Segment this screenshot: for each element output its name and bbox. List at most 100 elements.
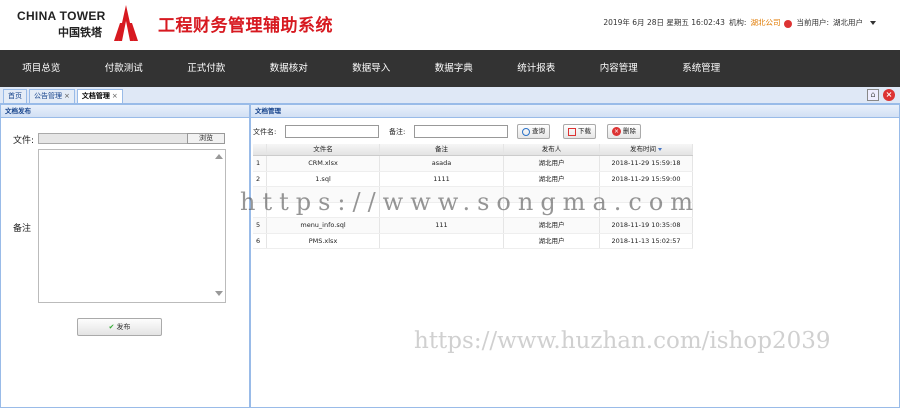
cell-remark [380, 187, 504, 202]
main-nav: 项目总览 付款测试 正式付款 数据核对 数据导入 数据字典 统计报表 内容管理 … [0, 50, 900, 87]
remark-search-input[interactable] [414, 125, 508, 138]
cell-publisher: 湖北用户 [504, 233, 600, 248]
remark-label: 备注 [13, 224, 32, 234]
tab-label: 文档管理 [81, 92, 110, 100]
org-value: 湖北公司 [750, 18, 781, 27]
tab-close-icon[interactable]: × [112, 90, 118, 103]
panel-title: 文档发布 [1, 105, 249, 118]
china-tower-logo-icon [114, 5, 138, 41]
publish-label: 发布 [116, 323, 131, 331]
cell-filename [267, 202, 380, 217]
search-icon [522, 127, 530, 136]
column-header-time[interactable]: 发布时间 [600, 144, 693, 155]
nav-item-system[interactable]: 系统管理 [660, 50, 743, 87]
cell-index: 6 [253, 233, 267, 248]
remark-textarea[interactable] [38, 149, 226, 303]
home-icon[interactable]: ⌂ [867, 89, 879, 101]
logo-text-cn: 中国铁塔 [58, 26, 102, 39]
document-manage-panel: 文档管理 文件名: 备注: 查询 下载 × 删除 文件名 备注 发布人 发布时间 … [250, 104, 900, 408]
cell-publisher [504, 187, 600, 202]
cell-time [600, 202, 693, 217]
table-row[interactable]: 5 menu_info.sql 111 湖北用户 2018-11-19 10:3… [253, 218, 693, 234]
table-row[interactable]: 1 CRM.xlsx asada 湖北用户 2018-11-29 15:59:1… [253, 156, 693, 172]
search-button[interactable]: 查询 [517, 124, 550, 139]
user-icon [784, 19, 793, 28]
search-label: 查询 [532, 127, 545, 135]
table-row[interactable]: 2 1.sql 1111 湖北用户 2018-11-29 15:59:00 [253, 171, 693, 187]
nav-item-content[interactable]: 内容管理 [578, 50, 661, 87]
cell-publisher: 湖北用户 [504, 218, 600, 233]
tab-home[interactable]: 首页 [3, 89, 27, 103]
column-header-index [253, 144, 267, 155]
close-all-icon[interactable]: × [883, 89, 895, 101]
filename-search-input[interactable] [285, 125, 379, 138]
nav-item-formal-payment[interactable]: 正式付款 [165, 50, 248, 87]
top-header: CHINA TOWER 中国铁塔 工程财务管理辅助系统 2019年 6月 28日… [0, 0, 900, 50]
cell-time: 2018-11-13 15:02:57 [600, 233, 693, 248]
table-row[interactable]: 6 PMS.xlsx 湖北用户 2018-11-13 15:02:57 [253, 233, 693, 249]
cell-time: 2018-11-29 15:59:00 [600, 171, 693, 186]
remark-search-label: 备注: [389, 128, 406, 136]
system-title: 工程财务管理辅助系统 [158, 16, 333, 36]
tab-label: 首页 [8, 92, 22, 100]
nav-item-overview[interactable]: 项目总览 [0, 50, 83, 87]
cell-time [600, 187, 693, 202]
nav-item-reports[interactable]: 统计报表 [495, 50, 578, 87]
tab-documents[interactable]: 文档管理 × [76, 89, 123, 103]
cell-publisher: 湖北用户 [504, 171, 600, 186]
check-icon: ✔ [108, 323, 115, 331]
delete-icon: × [612, 127, 621, 136]
search-toolbar: 文件名: 备注: 查询 下载 × 删除 [253, 124, 893, 140]
filename-label: 文件名: [253, 128, 277, 136]
file-path-input[interactable] [38, 133, 188, 144]
cell-publisher [504, 202, 600, 217]
publish-button[interactable]: ✔ 发布 [77, 318, 162, 336]
column-header-time-label: 发布时间 [630, 145, 656, 153]
column-header-remark[interactable]: 备注 [380, 144, 504, 155]
cell-index [253, 187, 267, 202]
nav-item-payment-test[interactable]: 付款测试 [83, 50, 166, 87]
document-table: 文件名 备注 发布人 发布时间 1 CRM.xlsx asada 湖北用户 20… [253, 144, 693, 249]
cell-filename: 1.sql [267, 171, 380, 186]
top-info-bar: 2019年 6月 28日 星期五 16:02:43 机构: 湖北公司 当前用户:… [603, 17, 876, 28]
nav-item-data-dictionary[interactable]: 数据字典 [413, 50, 496, 87]
user-dropdown-icon[interactable] [870, 20, 876, 25]
publish-panel: 文档发布 文件: 浏览 备注 ✔ 发布 [0, 104, 250, 408]
logo-text-en: CHINA TOWER [17, 9, 106, 23]
textarea-scrollbar[interactable] [215, 154, 223, 296]
panel-title: 文档管理 [251, 105, 899, 118]
column-header-filename[interactable]: 文件名 [267, 144, 380, 155]
delete-label: 删除 [623, 127, 636, 135]
table-row[interactable] [253, 202, 693, 218]
column-header-publisher[interactable]: 发布人 [504, 144, 600, 155]
cell-remark [380, 233, 504, 248]
delete-button[interactable]: × 删除 [607, 124, 641, 139]
scroll-up-icon[interactable] [215, 154, 223, 159]
cell-remark: 111 [380, 218, 504, 233]
cell-filename [267, 187, 380, 202]
cell-remark [380, 202, 504, 217]
tab-announcements[interactable]: 公告管理 × [29, 89, 75, 103]
cell-remark: 1111 [380, 171, 504, 186]
browse-button[interactable]: 浏览 [187, 133, 225, 144]
tab-tools: ⌂ × [867, 89, 895, 101]
user-label: 当前用户: [796, 18, 829, 27]
nav-item-data-import[interactable]: 数据导入 [330, 50, 413, 87]
cell-remark: asada [380, 156, 504, 171]
datetime-text: 2019年 6月 28日 星期五 16:02:43 [603, 18, 725, 27]
cell-time: 2018-11-29 15:59:18 [600, 156, 693, 171]
cell-filename: menu_info.sql [267, 218, 380, 233]
table-row[interactable] [253, 187, 693, 203]
user-value[interactable]: 湖北用户 [833, 17, 863, 28]
sort-desc-icon [658, 147, 662, 151]
cell-filename: PMS.xlsx [267, 233, 380, 248]
cell-index: 1 [253, 156, 267, 171]
tab-close-icon[interactable]: × [64, 90, 70, 103]
download-button[interactable]: 下载 [563, 124, 596, 139]
cell-index: 5 [253, 218, 267, 233]
cell-index [253, 202, 267, 217]
scroll-down-icon[interactable] [215, 291, 223, 296]
tab-bar: 首页 公告管理 × 文档管理 × ⌂ × [0, 87, 900, 104]
nav-item-data-check[interactable]: 数据核对 [248, 50, 331, 87]
cell-time: 2018-11-19 10:35:08 [600, 218, 693, 233]
